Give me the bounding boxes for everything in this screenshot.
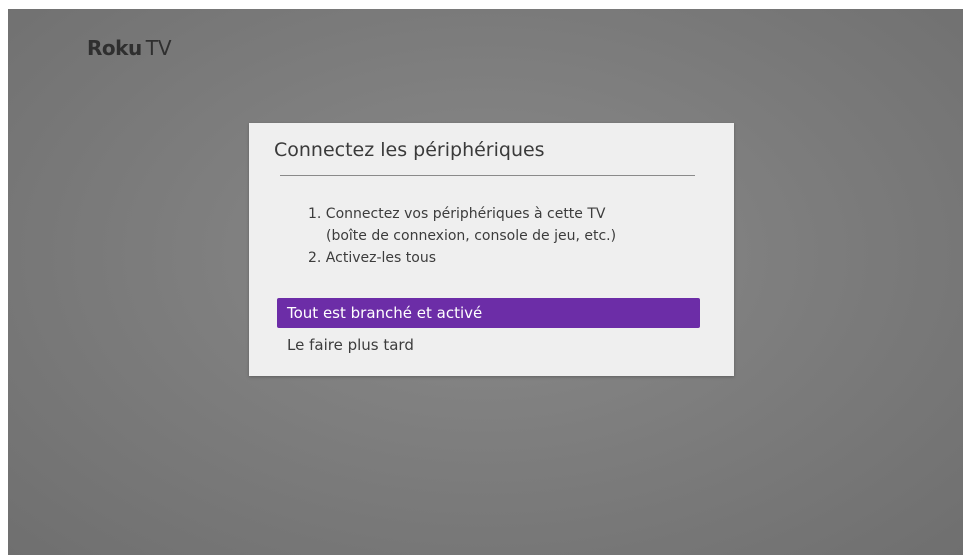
- logo-brand: Roku: [87, 36, 142, 60]
- instruction-step-1: 1. Connectez vos périphériques à cette T…: [308, 206, 606, 222]
- option-all-connected[interactable]: Tout est branché et activé: [277, 298, 700, 328]
- dialog-title: Connectez les périphériques: [274, 139, 545, 161]
- instruction-step-1-detail: (boîte de connexion, console de jeu, etc…: [326, 228, 617, 244]
- instructions-list: 1. Connectez vos périphériques à cette T…: [308, 203, 616, 269]
- title-divider: [280, 175, 695, 176]
- connect-devices-dialog: Connectez les périphériques 1. Connectez…: [249, 123, 734, 376]
- logo-suffix: TV: [145, 36, 172, 60]
- roku-tv-logo: Roku TV: [87, 36, 172, 62]
- option-do-later[interactable]: Le faire plus tard: [277, 330, 700, 360]
- instruction-step-2: 2. Activez-les tous: [308, 250, 436, 266]
- tv-screen: Roku TV Connectez les périphériques 1. C…: [8, 9, 963, 555]
